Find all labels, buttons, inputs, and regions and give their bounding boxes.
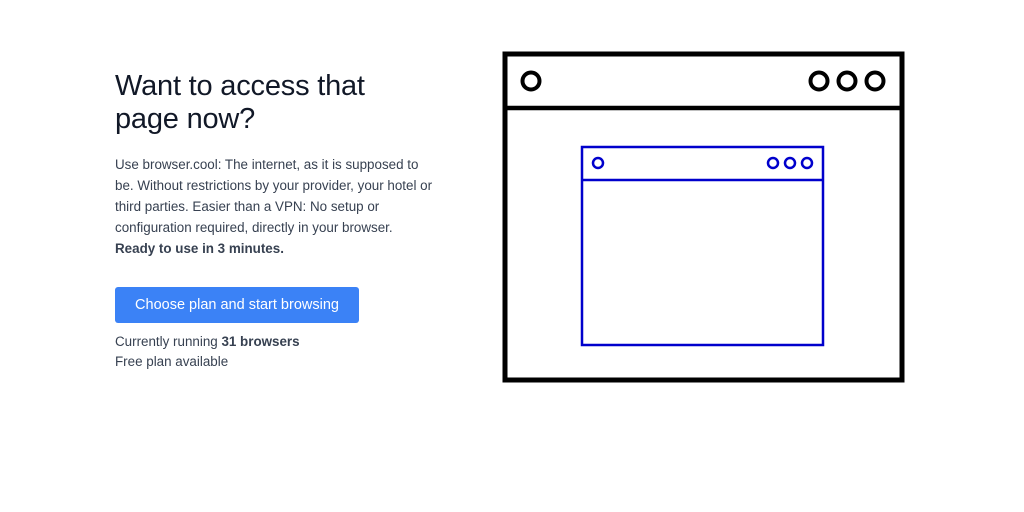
hero-text-column: Want to access that page now? Use browse… — [115, 70, 435, 371]
page-title: Want to access that page now? — [115, 70, 365, 135]
outer-window-frame — [502, 51, 905, 383]
inner-window-dot-2-icon — [783, 156, 797, 170]
description-text: Use browser.cool: The internet, as it is… — [115, 157, 433, 235]
outer-window-dot-1-icon — [808, 70, 830, 92]
inner-window-dot-3-icon — [800, 156, 814, 170]
description-bold: Ready to use in 3 minutes. — [115, 241, 284, 256]
inner-window-left-dot-icon — [591, 156, 605, 170]
status-block: Currently running 31 browsers Free plan … — [115, 332, 435, 371]
nested-browser-window-icon — [580, 145, 825, 347]
free-plan-note: Free plan available — [115, 353, 229, 369]
outer-window-dot-2-icon — [836, 70, 858, 92]
hero-description: Use browser.cool: The internet, as it is… — [115, 154, 435, 259]
landing-page: Want to access that page now? Use browse… — [0, 0, 1024, 512]
running-prefix: Currently running — [115, 334, 222, 349]
outer-browser-window — [502, 51, 905, 383]
running-browsers-line: Currently running 31 browsers — [115, 332, 435, 352]
outer-window-dot-3-icon — [864, 70, 886, 92]
running-count: 31 browsers — [221, 334, 300, 349]
inner-window-frame — [580, 145, 825, 347]
inner-window-dot-1-icon — [766, 156, 780, 170]
choose-plan-button[interactable]: Choose plan and start browsing — [115, 287, 359, 323]
outer-window-left-dot-icon — [520, 70, 542, 92]
browser-window-icon — [502, 51, 905, 383]
